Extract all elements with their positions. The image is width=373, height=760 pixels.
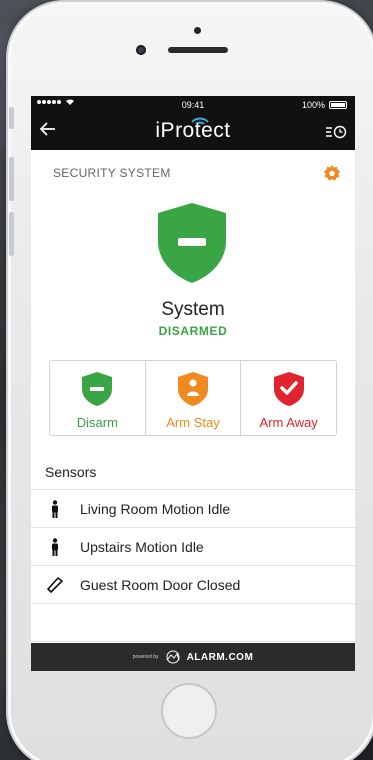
arm-away-label: Arm Away [259, 415, 318, 430]
menu-icon[interactable] [325, 124, 347, 140]
volume-up-button [9, 157, 14, 201]
sensor-list: Living Room Motion Idle Upstairs Motion … [31, 489, 355, 642]
volume-down-button [9, 212, 14, 256]
shield-person-icon [178, 372, 208, 406]
sensor-row[interactable]: Guest Room Door Closed [31, 566, 355, 604]
shield-minus-icon [82, 372, 113, 406]
sensor-label: Upstairs Motion Idle [80, 539, 204, 555]
section-header: SECURITY SYSTEM [53, 166, 171, 180]
system-title: System [161, 299, 225, 320]
settings-gear-icon[interactable] [323, 164, 341, 182]
person-icon [52, 500, 58, 518]
system-status: DISARMED [158, 324, 228, 338]
battery-percent: 100% [301, 100, 325, 110]
home-button[interactable] [161, 683, 217, 739]
sensors-heading: Sensors [45, 464, 97, 480]
front-camera [136, 45, 146, 55]
status-bar: 09:41 100% [31, 96, 355, 114]
disarm-label: Disarm [76, 415, 118, 430]
arm-mode-selector: Disarm Arm Stay Arm Away [49, 360, 337, 436]
app-title: iProtect [155, 119, 231, 142]
sensor-label: Living Room Motion Idle [80, 501, 231, 517]
alarm-logo-icon [166, 650, 180, 664]
footer-bar: powered by ALARM.COM [31, 643, 355, 671]
proximity-sensor [194, 27, 201, 34]
sensor-label: Guest Room Door Closed [80, 577, 241, 593]
person-icon [52, 538, 58, 556]
app-screen: 09:41 100% iProtect SECURITY SYSTEM Syst… [31, 96, 355, 671]
door-icon [47, 577, 63, 593]
battery-icon [329, 101, 347, 109]
system-shield-icon [158, 203, 226, 283]
brand-name: ALARM.COM [186, 651, 254, 663]
mute-switch [9, 107, 14, 129]
sensor-row[interactable]: Living Room Motion Idle [31, 490, 355, 528]
shield-check-icon [273, 372, 304, 406]
app-bar: iProtect [31, 114, 355, 150]
earpiece-speaker [168, 47, 228, 53]
sensor-row-empty [31, 604, 355, 642]
disarm-button[interactable]: Disarm [50, 361, 146, 435]
arm-stay-label: Arm Stay [166, 415, 220, 430]
sensor-row[interactable]: Upstairs Motion Idle [31, 528, 355, 566]
powered-by-text: powered by [132, 654, 159, 660]
arm-away-button[interactable]: Arm Away [241, 361, 336, 435]
arm-stay-button[interactable]: Arm Stay [146, 361, 242, 435]
